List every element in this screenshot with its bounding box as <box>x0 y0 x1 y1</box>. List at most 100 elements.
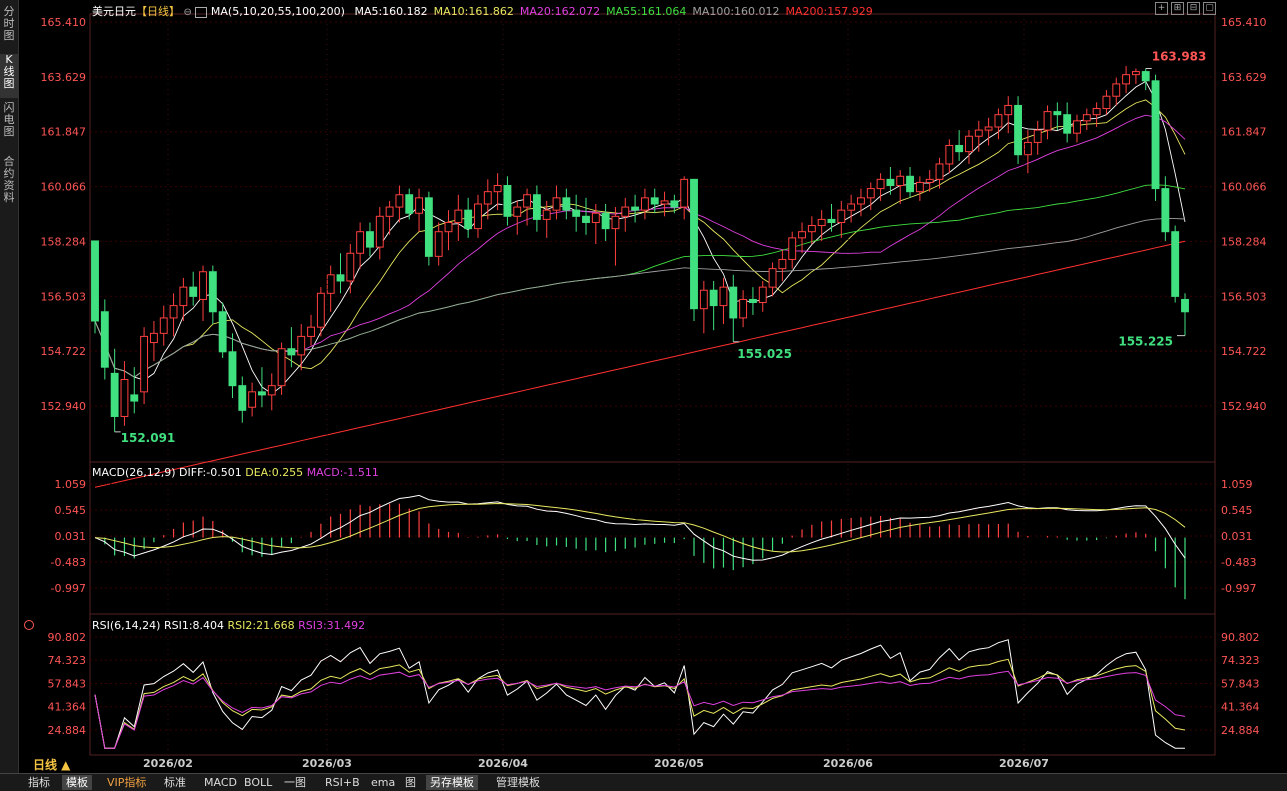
candle-body <box>1073 120 1081 134</box>
macd-value: MACD:-1.511 <box>306 466 379 479</box>
price-tick-left-2: 161.847 <box>41 126 87 139</box>
candle-body <box>474 203 482 230</box>
bottom-tab-1[interactable]: 模板 <box>62 775 92 790</box>
candle-body <box>297 335 306 356</box>
candle-body <box>199 271 207 300</box>
price-tick-left-0: 165.410 <box>41 16 87 29</box>
bottom-tab-2[interactable]: VIP指标 <box>103 775 150 790</box>
rsi-tick-right-2: 57.843 <box>1221 678 1260 691</box>
candle-body <box>562 197 571 211</box>
fullscreen-icon[interactable]: ▢ <box>1203 2 1216 15</box>
price-tick-left-5: 156.503 <box>41 290 87 303</box>
candle-body <box>1014 104 1022 156</box>
macd-title: MACD(26,12,9) <box>92 466 176 479</box>
bottom-tab-6[interactable]: 一图 <box>280 775 310 790</box>
bottom-tab-5[interactable]: BOLL <box>240 775 276 790</box>
candle-body <box>1151 80 1160 190</box>
candle-body <box>798 231 806 239</box>
price-tick-left-6: 154.722 <box>41 345 87 358</box>
price-tick-right-3: 160.066 <box>1221 181 1267 194</box>
bottom-tab-11[interactable]: 管理模板 <box>492 775 544 790</box>
price-tick-right-1: 163.629 <box>1221 71 1267 84</box>
candle-body <box>159 317 168 334</box>
macd-tick-left-3: -0.483 <box>51 556 86 569</box>
macd-tick-right-1: 0.545 <box>1221 504 1253 517</box>
candle-body <box>660 200 669 205</box>
candle-body <box>582 215 590 223</box>
candle-body <box>415 197 423 214</box>
bottom-tab-8[interactable]: ema <box>367 775 399 790</box>
rsi3-value: RSI3:31.492 <box>298 619 366 632</box>
candle-body <box>434 231 443 257</box>
bottom-tab-4[interactable]: MACD <box>200 775 241 790</box>
price-tick-right-4: 158.284 <box>1221 235 1267 248</box>
candle-body <box>1181 298 1189 313</box>
candle-body <box>1122 74 1131 85</box>
ma-values: MA5:160.182 MA10:161.862 MA20:162.072 MA55:… <box>348 5 872 18</box>
candle-body <box>974 129 983 137</box>
x-tick-0: 2026/02 <box>143 757 193 770</box>
zoom-in-icon[interactable]: ⊞ <box>1171 2 1184 15</box>
candle-body <box>336 274 345 282</box>
macd-tick-left-1: 0.545 <box>55 504 87 517</box>
candle-body <box>758 286 767 304</box>
candle-body <box>503 185 512 217</box>
price-tick-left-3: 160.066 <box>41 181 87 194</box>
candle-body <box>611 215 620 230</box>
candle-body <box>1082 114 1091 122</box>
panel-frame-1 <box>89 461 1216 615</box>
bottom-tab-7[interactable]: RSI+B <box>321 775 364 790</box>
ma-params: MA(5,10,20,55,100,200) <box>210 5 345 18</box>
price-tick-right-0: 165.410 <box>1221 16 1267 29</box>
settings-icon[interactable]: ⊖ <box>184 7 192 18</box>
candle-body <box>994 114 1003 128</box>
candle-body <box>837 209 846 223</box>
rsi-title: RSI(6,14,24) <box>92 619 161 632</box>
chart-canvas[interactable]: 165.410 165.410 163.629 163.629 161.847 161.8… <box>0 0 1287 773</box>
zoom-out-icon[interactable]: ⊟ <box>1187 2 1200 15</box>
macd-tick-right-3: -0.483 <box>1221 556 1256 569</box>
rsi-line-14 <box>94 658 1186 749</box>
candle-body <box>827 218 836 223</box>
price-tick-left-4: 158.284 <box>41 235 87 248</box>
ma-line-200 <box>94 240 1186 488</box>
candle-body <box>208 271 217 313</box>
ma-toggle-icon[interactable] <box>195 6 208 18</box>
candle-body <box>935 163 944 180</box>
bottom-tab-3[interactable]: 标准 <box>160 775 190 790</box>
bottom-tab-9[interactable]: 图 <box>401 775 420 790</box>
candle-body <box>945 144 954 165</box>
candle-body <box>857 197 865 205</box>
candle-body <box>110 372 119 417</box>
macd-diff-line <box>94 494 1186 561</box>
period-selector[interactable]: 日线 ▲ <box>33 756 70 773</box>
ma-value-5: MA200:157.929 <box>785 5 873 18</box>
annotation-label-1: 155.025 <box>737 347 792 361</box>
candle-body <box>91 240 99 322</box>
x-tick-4: 2026/06 <box>823 757 873 770</box>
candle-body <box>483 191 492 205</box>
candle-body <box>120 379 129 417</box>
crosshair-icon[interactable]: + <box>1155 2 1168 15</box>
candle-body <box>366 231 374 248</box>
bottom-tab-0[interactable]: 指标 <box>24 775 54 790</box>
candle-body <box>307 326 315 337</box>
ma-value-2: MA20:162.072 <box>519 5 601 18</box>
rsi-line-6 <box>94 639 1185 749</box>
bottom-toolbar: 指标 模板 VIP指标 标准 MACD BOLL 一图 RSI+B ema 图另存模板 管理模板 <box>0 773 1287 791</box>
candle-body <box>287 348 296 356</box>
candle-body <box>876 178 885 190</box>
rsi-close-icon[interactable] <box>24 620 34 630</box>
macd-tick-left-2: 0.031 <box>55 530 87 543</box>
candle-body <box>1033 129 1042 143</box>
candle-body <box>140 335 149 393</box>
candle-body <box>906 175 914 193</box>
rsi-tick-right-4: 24.884 <box>1221 724 1260 737</box>
candle-body <box>621 206 630 217</box>
candle-body <box>238 385 247 411</box>
price-tick-right-6: 154.722 <box>1221 345 1267 358</box>
bottom-tab-10[interactable]: 另存模板 <box>426 775 478 790</box>
macd-dea: DEA:0.255 <box>245 466 304 479</box>
candle-body <box>395 194 404 208</box>
candle-body <box>532 194 541 220</box>
